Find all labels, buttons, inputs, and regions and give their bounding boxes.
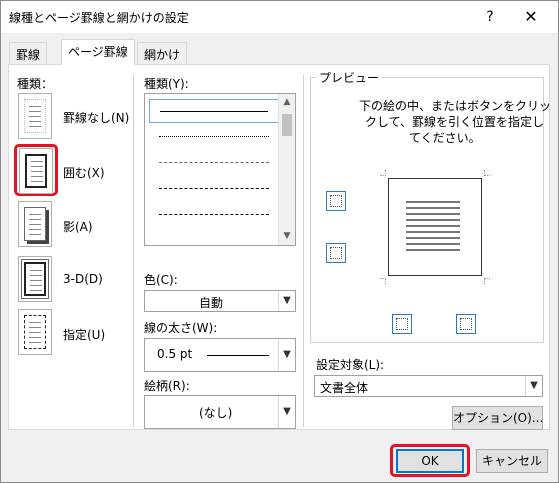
chevron-down-icon[interactable]: ▼ — [278, 339, 295, 371]
preview-page[interactable] — [388, 178, 482, 276]
separator — [303, 75, 304, 427]
setting-custom-label[interactable]: 指定(U) — [63, 326, 105, 343]
apply-to-label: 設定対象(L): — [316, 358, 385, 372]
apply-to-dropdown[interactable]: 文書全体 ▼ — [314, 375, 543, 397]
title-bar: 線種とページ罫線と網かけの設定 ? ✕ — [1, 1, 558, 33]
chevron-down-icon[interactable]: ▼ — [278, 396, 295, 428]
art-label: 絵柄(R): — [144, 379, 190, 393]
scrollbar-thumb[interactable] — [282, 114, 292, 136]
width-dropdown[interactable]: 0.5 pt ▼ — [144, 338, 296, 372]
preview-label: プレビュー — [316, 69, 383, 86]
color-label: 色(C): — [144, 273, 178, 287]
color-dropdown[interactable]: 自動 ▼ — [144, 290, 296, 312]
ok-button[interactable]: OK — [396, 449, 464, 473]
bottom-border-button[interactable] — [326, 243, 346, 263]
line-style-dash-dot[interactable] — [149, 203, 279, 227]
setting-custom-icon[interactable] — [18, 309, 52, 355]
dialog-title: 線種とページ罫線と網かけの設定 — [9, 11, 189, 25]
setting-shadow-label[interactable]: 影(A) — [63, 218, 93, 235]
cancel-button[interactable]: キャンセル — [476, 449, 548, 473]
width-value: 0.5 pt — [157, 347, 193, 361]
help-icon[interactable]: ? — [479, 5, 501, 29]
preview-corner-mark — [380, 278, 386, 284]
chevron-up-icon[interactable]: ▲ — [279, 94, 295, 111]
right-border-button[interactable] — [456, 314, 476, 334]
art-dropdown[interactable]: (なし) ▼ — [144, 395, 296, 429]
borders-and-shading-dialog: 線種とページ罫線と網かけの設定 ? ✕ 罫線 ページ罫線 網かけ 種類： 罫線な… — [0, 0, 559, 483]
preview-corner-mark — [484, 170, 490, 176]
chevron-down-icon[interactable]: ▼ — [278, 291, 295, 311]
chevron-down-icon[interactable]: ▼ — [525, 376, 542, 396]
tab-page-border[interactable]: ページ罫線 — [61, 39, 135, 65]
width-line-sample — [207, 355, 269, 356]
preview-corner-mark — [380, 170, 386, 176]
preview-instruction-3: てください。 — [409, 131, 481, 145]
left-border-button[interactable] — [392, 314, 412, 334]
setting-box-icon[interactable] — [19, 148, 53, 194]
setting-3d-icon[interactable] — [18, 256, 52, 302]
setting-3d-label[interactable]: 3-D(D) — [63, 272, 103, 286]
options-button[interactable]: オプション(O)... — [452, 406, 543, 430]
top-border-button[interactable] — [326, 191, 346, 211]
tab-borders[interactable]: 罫線 — [9, 42, 48, 64]
style-list-scrollbar[interactable]: ▲ ▼ — [278, 94, 295, 245]
chevron-down-icon[interactable]: ▼ — [279, 228, 295, 245]
style-label: 種類(Y): — [144, 77, 189, 91]
preview-instruction-1: 下の絵の中、またはボタンをクリッ — [359, 99, 552, 113]
setting-shadow-icon[interactable] — [18, 201, 52, 247]
preview-instruction-2: クして、罫線を引く位置を指定し — [365, 115, 545, 129]
preview-corner-mark — [484, 278, 490, 284]
line-style-dotted[interactable] — [149, 125, 279, 149]
line-style-dashed-small[interactable] — [149, 151, 279, 175]
setting-none-label[interactable]: 罫線なし(N) — [63, 109, 129, 126]
setting-box-label[interactable]: 囲む(X) — [63, 164, 105, 181]
setting-none-icon[interactable] — [18, 93, 52, 139]
separator — [133, 75, 134, 427]
close-icon[interactable]: ✕ — [517, 5, 545, 29]
setting-label: 種類： — [17, 77, 54, 91]
line-style-solid[interactable] — [149, 99, 279, 123]
color-value: 自動 — [199, 296, 224, 310]
art-value: (なし) — [199, 406, 233, 420]
tab-shading[interactable]: 網かけ — [137, 42, 188, 64]
width-label: 線の太さ(W): — [144, 321, 218, 335]
line-style-dashed-large[interactable] — [149, 177, 279, 201]
line-style-list[interactable]: ▲ ▼ — [144, 93, 296, 246]
apply-to-value: 文書全体 — [320, 381, 369, 395]
